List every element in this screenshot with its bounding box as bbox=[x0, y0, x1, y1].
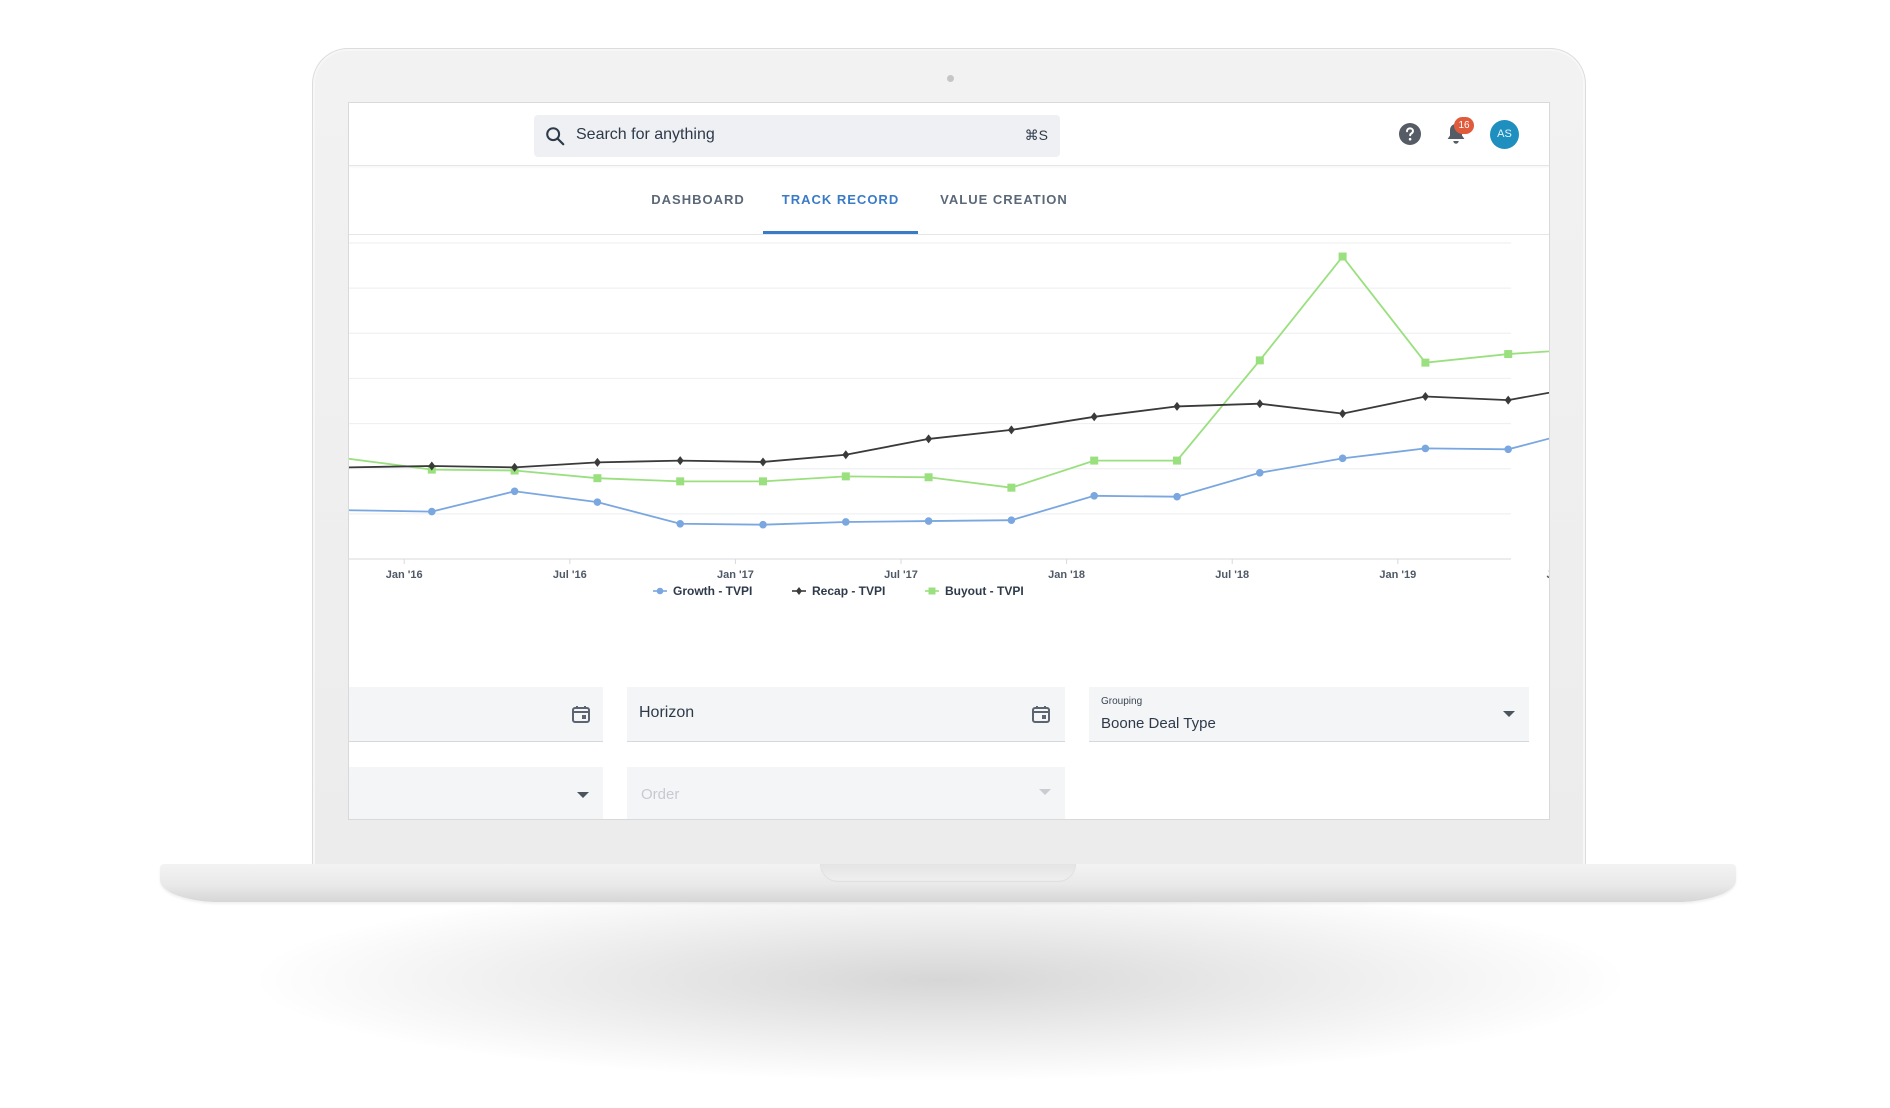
tab-dashboard[interactable]: DASHBOARD bbox=[639, 166, 757, 234]
tab-bar: DASHBOARD TRACK RECORD VALUE CREATION bbox=[349, 166, 1549, 235]
camera-dot bbox=[947, 75, 954, 82]
data-point-growth bbox=[1504, 445, 1512, 454]
data-point-recap bbox=[1007, 425, 1015, 435]
data-point-growth bbox=[924, 517, 933, 525]
x-tick-label: Jan '19 bbox=[1379, 569, 1416, 581]
x-tick-label: Jul '18 bbox=[1215, 569, 1249, 581]
data-point-buyout bbox=[1007, 483, 1016, 492]
data-point-buyout bbox=[1173, 456, 1181, 465]
data-point-growth bbox=[1338, 454, 1347, 463]
data-point-growth bbox=[1007, 516, 1016, 524]
avatar[interactable]: AS bbox=[1490, 120, 1519, 149]
data-point-growth bbox=[1173, 492, 1181, 501]
sort-select[interactable] bbox=[349, 767, 603, 819]
search-icon bbox=[546, 127, 565, 146]
data-point-recap bbox=[759, 457, 767, 467]
x-tick-label: Jan '16 bbox=[386, 569, 423, 581]
series-line bbox=[349, 255, 1549, 489]
app-screen: Search for anything ⌘S 16 AS DASHBOARD T… bbox=[348, 102, 1550, 820]
legend-marker bbox=[928, 587, 936, 595]
laptop-shadow bbox=[260, 880, 1620, 1080]
x-tick-label: Jan '18 bbox=[1048, 569, 1085, 581]
x-tick-label: Jul '16 bbox=[553, 569, 587, 581]
tab-value-creation[interactable]: VALUE CREATION bbox=[930, 166, 1078, 234]
data-point-growth bbox=[759, 520, 767, 529]
order-placeholder: Order bbox=[641, 786, 680, 803]
data-point-recap bbox=[1090, 412, 1098, 422]
laptop-notch bbox=[820, 864, 1076, 882]
data-point-buyout bbox=[1504, 350, 1513, 359]
data-point-recap bbox=[1173, 401, 1181, 411]
data-point-growth bbox=[428, 507, 436, 516]
data-point-buyout bbox=[593, 474, 602, 483]
grouping-label: Grouping bbox=[1101, 696, 1143, 707]
top-bar: Search for anything ⌘S 16 AS bbox=[349, 103, 1549, 166]
series-line bbox=[349, 391, 1549, 469]
calendar-icon[interactable] bbox=[571, 704, 591, 724]
x-tick-label: Jan '17 bbox=[717, 569, 754, 581]
data-point-growth bbox=[1421, 444, 1430, 453]
data-point-buyout bbox=[1090, 456, 1099, 465]
data-point-buyout bbox=[1338, 252, 1347, 261]
chevron-down-icon bbox=[577, 792, 589, 798]
legend-label: Recap - TVPI bbox=[812, 584, 885, 598]
search-bar[interactable]: Search for anything ⌘S bbox=[534, 115, 1060, 157]
search-input[interactable]: Search for anything bbox=[576, 126, 715, 144]
tab-track-record[interactable]: TRACK RECORD bbox=[763, 166, 918, 234]
data-point-recap bbox=[925, 434, 933, 444]
track-record-chart: Jan '16 Jul '16 Jan '17 Jul '17 Jan '18 Jul '… bbox=[349, 242, 1549, 598]
legend-marker bbox=[796, 587, 802, 595]
search-shortcut: ⌘S bbox=[1024, 127, 1048, 143]
start-date-field[interactable] bbox=[349, 687, 603, 742]
data-point-recap bbox=[1421, 391, 1429, 401]
data-point-buyout bbox=[759, 477, 767, 486]
data-point-recap bbox=[676, 456, 684, 466]
legend-label: Growth - TVPI bbox=[673, 584, 752, 598]
data-point-buyout bbox=[676, 477, 685, 486]
series-line bbox=[349, 437, 1549, 526]
x-tick-label: Jul '17 bbox=[884, 569, 918, 581]
order-select[interactable]: Order bbox=[627, 767, 1065, 819]
end-date-field[interactable]: Horizon bbox=[627, 687, 1065, 742]
grouping-select[interactable]: Grouping Boone Deal Type bbox=[1089, 687, 1529, 742]
data-point-recap bbox=[1339, 409, 1347, 419]
data-point-growth bbox=[593, 498, 602, 506]
calendar-icon[interactable] bbox=[1031, 704, 1051, 724]
data-point-growth bbox=[842, 518, 850, 526]
help-icon[interactable] bbox=[1398, 122, 1422, 146]
data-point-recap bbox=[1256, 399, 1264, 409]
data-point-recap bbox=[1504, 395, 1512, 405]
legend-marker bbox=[656, 587, 664, 595]
data-point-growth bbox=[510, 487, 519, 496]
chevron-down-icon bbox=[1039, 789, 1051, 795]
data-point-recap bbox=[842, 450, 850, 460]
notification-badge: 16 bbox=[1454, 117, 1474, 134]
data-point-buyout bbox=[1421, 358, 1430, 367]
data-point-growth bbox=[1090, 492, 1098, 500]
data-point-buyout bbox=[1255, 356, 1264, 365]
data-point-buyout bbox=[841, 472, 850, 481]
end-date-value: Horizon bbox=[639, 704, 695, 721]
data-point-recap bbox=[593, 457, 601, 467]
data-point-growth bbox=[676, 519, 684, 528]
x-tick-label: Jul '19 bbox=[1546, 569, 1549, 581]
data-point-buyout bbox=[924, 473, 933, 482]
legend-label: Buyout - TVPI bbox=[945, 584, 1024, 598]
data-point-growth bbox=[1256, 468, 1264, 477]
grouping-value: Boone Deal Type bbox=[1101, 715, 1216, 732]
chevron-down-icon bbox=[1503, 711, 1515, 717]
